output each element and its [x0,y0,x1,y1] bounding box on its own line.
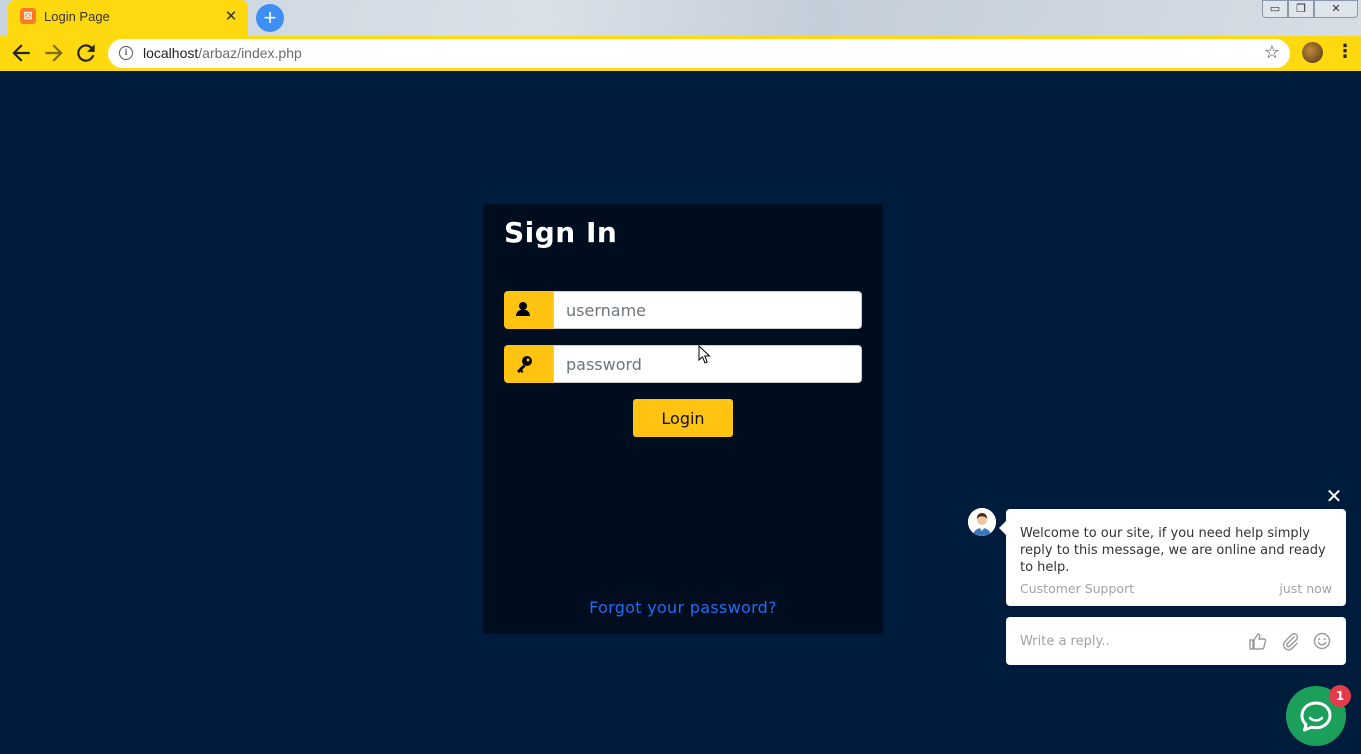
url-host: localhost [143,45,199,61]
unread-badge: 1 [1329,685,1351,707]
chat-message-text: Welcome to our site, if you need help si… [1020,526,1326,575]
chat-reply-box [1006,617,1346,665]
bookmark-star-icon[interactable]: ☆ [1264,42,1280,63]
forward-arrow-icon[interactable] [41,40,67,66]
chat-close-icon[interactable]: ✕ [1324,486,1344,506]
site-info-icon[interactable]: i [119,46,133,60]
tab-title: Login Page [44,9,110,24]
username-field-group [504,291,862,329]
thumbs-up-icon[interactable] [1248,631,1268,651]
support-agent-avatar [968,508,996,536]
browser-menu-icon[interactable]: ⋮ [1336,41,1354,63]
chat-timestamp: just now [1279,581,1332,596]
forgot-password-link[interactable]: Forgot your password? [483,598,883,617]
address-bar[interactable]: i localhost/arbaz/index.php ☆ [108,39,1290,68]
paperclip-icon[interactable] [1280,631,1300,651]
profile-avatar[interactable] [1302,42,1323,63]
reload-icon[interactable] [73,40,99,66]
url-text[interactable]: localhost/arbaz/index.php [143,45,302,61]
window-close-button[interactable]: ✕ [1314,0,1358,18]
chat-message-bubble: Welcome to our site, if you need help si… [999,509,1346,606]
smile-icon[interactable] [1312,631,1332,651]
user-icon [504,291,553,329]
key-icon [504,345,553,383]
chat-sender-name: Customer Support [1020,581,1135,596]
url-path: /arbaz/index.php [198,45,302,61]
mouse-pointer-icon [698,345,711,364]
login-button[interactable]: Login [633,399,733,437]
tab-close-icon[interactable]: ✕ [222,7,240,25]
chat-reply-input[interactable] [1020,630,1240,652]
window-restore-button[interactable]: ❐ [1288,0,1314,18]
xampp-favicon-icon: ⊠ [20,8,36,24]
window-minimize-button[interactable]: ▭ [1262,0,1288,18]
browser-tab[interactable]: ⊠ Login Page ✕ [8,0,248,36]
sign-in-card: Sign In Login Forgot your password? [483,204,883,634]
password-field-group [504,345,862,383]
username-input[interactable] [553,291,862,329]
new-tab-button[interactable]: + [256,4,284,32]
sign-in-title: Sign In [504,216,618,249]
browser-tab-strip: ⊠ Login Page ✕ + ▭ ❐ ✕ [0,0,1361,36]
back-arrow-icon[interactable] [8,40,34,66]
browser-toolbar: i localhost/arbaz/index.php ☆ ⋮ [0,36,1361,71]
